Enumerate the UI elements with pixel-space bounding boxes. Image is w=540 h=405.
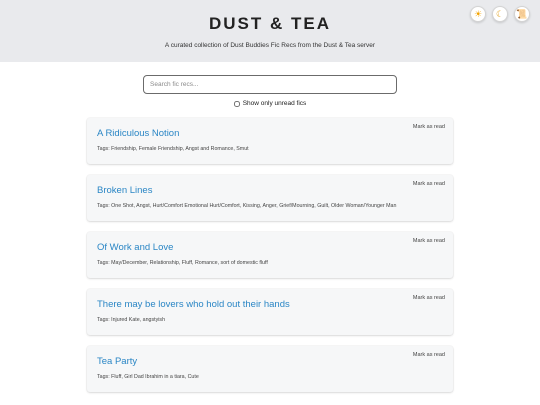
- fic-card: A Ridiculous Notion Mark as read Tags: F…: [87, 118, 453, 164]
- fic-tags: Tags: Fluff, Girl Dad Ibrahim in a tiara…: [97, 374, 199, 380]
- fic-title-link[interactable]: A Ridiculous Notion: [97, 128, 179, 139]
- fic-title-link[interactable]: There may be lovers who hold out their h…: [97, 299, 290, 310]
- theme-switcher: ☀ ☾ 📜: [470, 6, 530, 22]
- fic-tags: Tags: Friendship, Female Friendship, Ang…: [97, 146, 249, 152]
- mark-as-read-button[interactable]: Mark as read: [413, 181, 445, 187]
- sun-icon[interactable]: ☀: [470, 6, 486, 22]
- fic-tags: Tags: May/December, Relationship, Fluff,…: [97, 260, 268, 266]
- mark-as-read-button[interactable]: Mark as read: [413, 295, 445, 301]
- unread-checkbox[interactable]: [233, 100, 240, 107]
- fic-card: Of Work and Love Mark as read Tags: May/…: [87, 232, 453, 278]
- fic-title-link[interactable]: Tea Party: [97, 356, 137, 367]
- unread-filter-label: Show only unread fics: [242, 100, 307, 107]
- mark-as-read-button[interactable]: Mark as read: [413, 352, 445, 358]
- fic-title-link[interactable]: Of Work and Love: [97, 242, 173, 253]
- moon-icon[interactable]: ☾: [492, 6, 508, 22]
- fic-title-link[interactable]: Broken Lines: [97, 185, 152, 196]
- unread-filter[interactable]: Show only unread fics: [0, 100, 540, 107]
- fic-card: Broken Lines Mark as read Tags: One Shot…: [87, 175, 453, 221]
- site-header: DUST & TEA A curated collection of Dust …: [0, 0, 540, 62]
- site-title: DUST & TEA: [209, 14, 331, 33]
- fic-list: A Ridiculous Notion Mark as read Tags: F…: [87, 118, 453, 403]
- fic-tags: Tags: Injured Kate, angstyish: [97, 317, 166, 323]
- fic-card: There may be lovers who hold out their h…: [87, 289, 453, 335]
- fic-card: Tea Party Mark as read Tags: Fluff, Girl…: [87, 346, 453, 392]
- scroll-icon[interactable]: 📜: [514, 6, 530, 22]
- fic-tags: Tags: One Shot, Angst, Hurt/Comfort Emot…: [97, 203, 397, 209]
- search-input[interactable]: [143, 75, 397, 94]
- mark-as-read-button[interactable]: Mark as read: [413, 238, 445, 244]
- mark-as-read-button[interactable]: Mark as read: [413, 124, 445, 130]
- site-subtitle: A curated collection of Dust Buddies Fic…: [164, 42, 376, 49]
